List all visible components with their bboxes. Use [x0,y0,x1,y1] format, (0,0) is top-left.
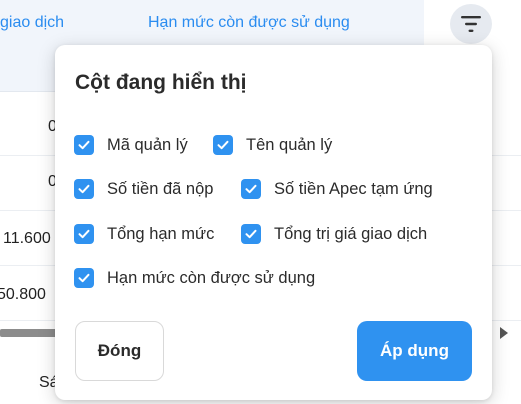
check-icon [245,184,257,194]
checkbox[interactable] [241,179,261,199]
option-label: Số tiền Apec tạm ứng [274,179,433,198]
check-icon [78,184,90,194]
option-han-muc-con-duoc-su-dung[interactable]: Hạn mức còn được sử dụng [74,268,315,288]
option-so-tien-apec-tam-ung[interactable]: Số tiền Apec tạm ứng [241,179,433,199]
column-filter-button[interactable] [450,4,492,44]
popup-title: Cột đang hiển thị [75,71,247,94]
option-label: Số tiền đã nộp [107,179,214,198]
option-tong-han-muc[interactable]: Tổng hạn mức [74,224,214,244]
option-so-tien-da-nop[interactable]: Số tiền đã nộp [74,179,213,199]
option-label: Hạn mức còn được sử dụng [107,268,316,287]
option-tong-tri-gia-giao-dich[interactable]: Tổng trị giá giao dịch [241,224,427,244]
close-button[interactable]: Đóng [75,321,164,381]
table-cell: 50.800 [0,286,46,303]
option-label: Tổng hạn mức [107,224,215,243]
check-icon [245,229,257,239]
checkbox[interactable] [74,135,94,155]
checkbox[interactable] [74,268,94,288]
arrow-right-icon[interactable] [500,327,508,339]
checkbox[interactable] [213,135,233,155]
check-icon [78,273,90,283]
check-icon [78,140,90,150]
option-ma-quan-ly[interactable]: Mã quản lý [74,135,188,155]
option-label: Tổng trị giá giao dịch [274,224,428,243]
option-label: Tên quản lý [246,135,333,154]
check-icon [217,140,229,150]
checkbox[interactable] [74,179,94,199]
filter-icon [461,16,481,32]
column-header-remaining-limit[interactable]: Hạn mức còn được sử dụng [148,14,350,32]
checkbox[interactable] [241,224,261,244]
column-visibility-popup: Cột đang hiển thị Mã quản lý Tên quản lý… [55,45,492,400]
column-header-transaction[interactable]: giao dịch [0,14,64,32]
option-label: Mã quản lý [107,135,188,154]
check-icon [78,229,90,239]
apply-button[interactable]: Áp dụng [357,321,472,381]
checkbox[interactable] [74,224,94,244]
table-cell: 11.600 [3,230,51,247]
option-ten-quan-ly[interactable]: Tên quản lý [213,135,332,155]
